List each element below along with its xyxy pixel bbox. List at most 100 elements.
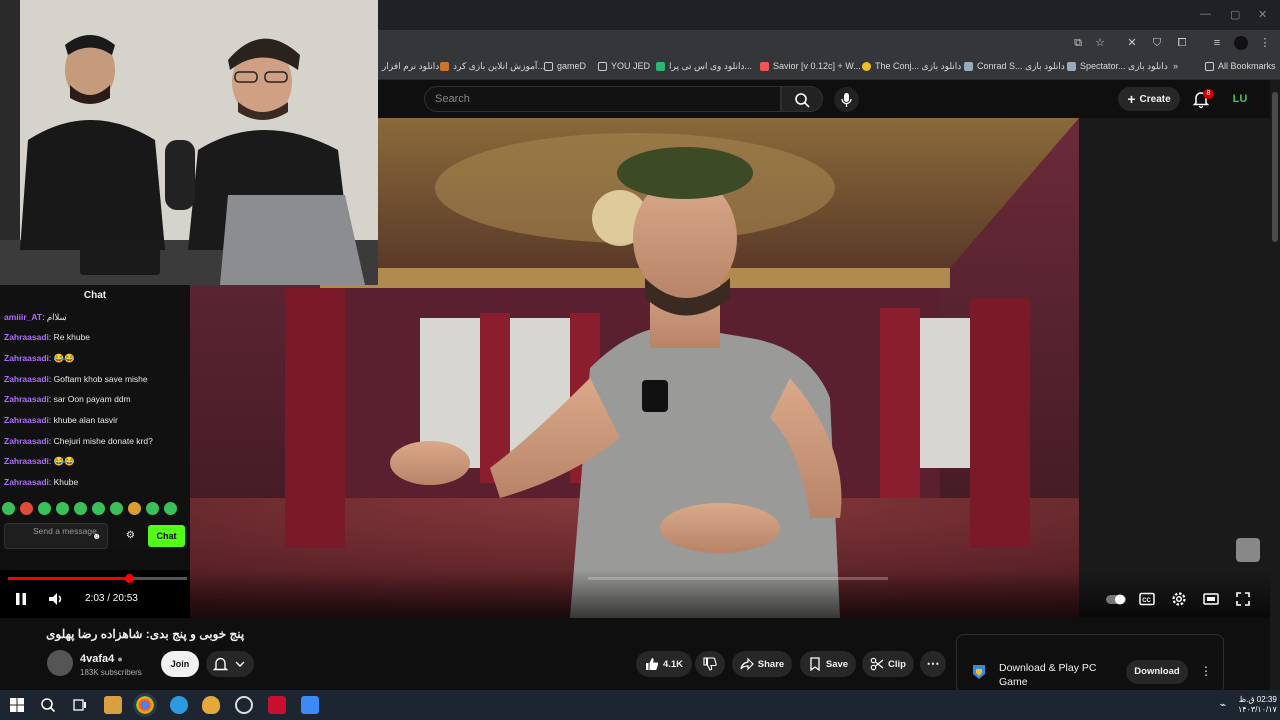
app-v-icon[interactable] <box>268 696 286 714</box>
fullscreen-button[interactable] <box>1234 590 1252 608</box>
emote-icon[interactable] <box>20 502 33 515</box>
vpn-shield-icon[interactable] <box>202 696 220 714</box>
chrome-icon[interactable] <box>136 696 154 714</box>
chat-message: Zahraasadi: khube alan tasvir <box>4 415 118 425</box>
bookmark-item[interactable]: gameD <box>544 61 586 71</box>
autoplay-toggle[interactable] <box>1105 590 1126 608</box>
search-button[interactable] <box>781 86 823 112</box>
volume-icon <box>49 593 62 605</box>
emote-icon[interactable] <box>2 502 15 515</box>
bookmarks-overflow[interactable]: » <box>1173 61 1178 71</box>
ad-menu-icon[interactable]: ⋮ <box>1200 664 1212 678</box>
search-input[interactable]: Search <box>424 86 781 112</box>
chat-title: Chat <box>83 290 107 301</box>
extensions-icon[interactable]: ⧠ <box>1175 36 1189 50</box>
emote-icon[interactable] <box>38 502 51 515</box>
save-button[interactable]: Save <box>800 651 856 677</box>
subscriber-count: 183K subscribers <box>80 668 142 677</box>
dislike-button[interactable] <box>695 651 725 677</box>
captions-button[interactable]: CC <box>1138 590 1156 608</box>
emote-icon[interactable] <box>128 502 141 515</box>
bookmark-item[interactable]: دانلود وی اس تی پرا... <box>656 61 752 72</box>
svg-text:CC: CC <box>1142 598 1151 604</box>
steam-icon[interactable] <box>235 696 253 714</box>
time-display: 2:03 / 20:53 <box>85 593 138 604</box>
thumbs-down-icon <box>703 657 717 671</box>
all-bookmarks[interactable]: All Bookmarks <box>1205 61 1276 71</box>
video-title: پنج خوبی و پنج بدی: شاهزاده رضا پهلوی <box>46 627 245 641</box>
emote-icon[interactable] <box>146 502 159 515</box>
edge-icon[interactable] <box>170 696 188 714</box>
ad-download-button[interactable]: Download <box>1126 660 1188 684</box>
app-blue-icon[interactable] <box>301 696 319 714</box>
gear-icon <box>1172 592 1186 606</box>
media-icon[interactable]: ≡ <box>1210 36 1224 50</box>
autoplay-icon <box>1106 594 1126 605</box>
emoji-icon[interactable]: ☻ <box>92 531 101 541</box>
like-button[interactable]: 4.1K <box>636 651 692 677</box>
search-icon[interactable] <box>39 696 57 714</box>
bookmark-item[interactable]: The Conj... دانلود بازی <box>862 61 961 72</box>
chevron-down-icon <box>235 661 245 667</box>
bookmark-star-icon[interactable]: ☆ <box>1093 36 1107 50</box>
thumbs-up-icon <box>645 658 659 670</box>
bell-icon <box>212 657 245 671</box>
profile-icon[interactable] <box>1234 36 1248 50</box>
shield-icon[interactable]: ⛉ <box>1150 36 1164 50</box>
emote-icon[interactable] <box>164 502 177 515</box>
mic-icon <box>841 93 852 107</box>
bookmark-item[interactable]: آموزش انلاین بازی کرد... <box>440 61 545 72</box>
channel-avatar[interactable] <box>47 650 73 676</box>
scissors-icon <box>870 657 884 671</box>
join-button[interactable]: Join <box>161 651 199 677</box>
channel-name[interactable]: 4vafa4 ● <box>80 653 123 665</box>
settings-button[interactable] <box>1170 590 1188 608</box>
extension-x-icon[interactable]: ✕ <box>1125 36 1139 50</box>
bookmark-item[interactable]: YOU JED <box>598 61 650 71</box>
pause-icon <box>16 593 26 605</box>
windows-taskbar <box>0 690 1280 720</box>
bookmark-item[interactable]: دانلود نرم افزار <box>382 61 439 72</box>
scrollbar-thumb[interactable] <box>1272 92 1278 242</box>
bookmark-item[interactable]: Spectator... دانلود بازی <box>1067 61 1168 72</box>
bookmark-item[interactable]: Savior [v 0.12c] + W... <box>760 61 861 71</box>
pause-button[interactable] <box>12 590 30 608</box>
bookmark-icon <box>810 657 820 671</box>
fullscreen-icon <box>1236 592 1250 606</box>
gear-icon[interactable]: ⚙ <box>126 530 135 541</box>
minimize-icon[interactable]: — <box>1200 8 1211 20</box>
emote-icon[interactable] <box>92 502 105 515</box>
emote-icon[interactable] <box>56 502 69 515</box>
clip-button[interactable]: Clip <box>862 651 914 677</box>
system-clock[interactable]: 02:39 ق.ظ ۱۴۰۳/۱۰/۱۷ <box>1238 695 1277 715</box>
theater-mode-button[interactable] <box>1202 590 1220 608</box>
subscription-bell-button[interactable] <box>206 651 254 677</box>
chat-message: Zahraasadi: sar Oon payam ddm <box>4 394 131 404</box>
search-icon <box>795 93 810 108</box>
emote-icon[interactable] <box>74 502 87 515</box>
progress-scrubber[interactable] <box>125 574 134 583</box>
emote-icon[interactable] <box>110 502 123 515</box>
clock-time: 02:39 ق.ظ <box>1238 695 1277 704</box>
task-view-icon[interactable] <box>71 696 89 714</box>
windows-start-icon[interactable] <box>8 696 26 714</box>
chat-send-button[interactable]: Chat <box>148 525 185 547</box>
channel-watermark[interactable] <box>1236 538 1260 562</box>
more-actions-button[interactable]: ⋯ <box>920 651 946 677</box>
maximize-icon[interactable]: ▢ <box>1230 8 1240 21</box>
bookmark-item[interactable]: Conrad S... دانلود بازی <box>964 61 1065 72</box>
share-label: Share <box>757 658 785 670</box>
network-icon[interactable]: ⌁ <box>1220 700 1226 711</box>
theater-icon <box>1203 593 1219 605</box>
file-explorer-icon[interactable] <box>104 696 122 714</box>
share-button[interactable]: Share <box>732 651 792 677</box>
bookmark-favicon <box>440 62 449 71</box>
close-window-icon[interactable]: ✕ <box>1258 8 1267 21</box>
install-icon[interactable]: ⧉ <box>1071 36 1085 50</box>
menu-dots-icon[interactable]: ⋮ <box>1258 36 1272 50</box>
volume-button[interactable] <box>47 590 65 608</box>
create-button[interactable]: + Create <box>1118 87 1180 111</box>
account-avatar[interactable]: LU <box>1229 89 1251 109</box>
voice-search-button[interactable] <box>834 87 859 112</box>
chat-message: Zahraasadi: 😂😂 <box>4 456 75 466</box>
